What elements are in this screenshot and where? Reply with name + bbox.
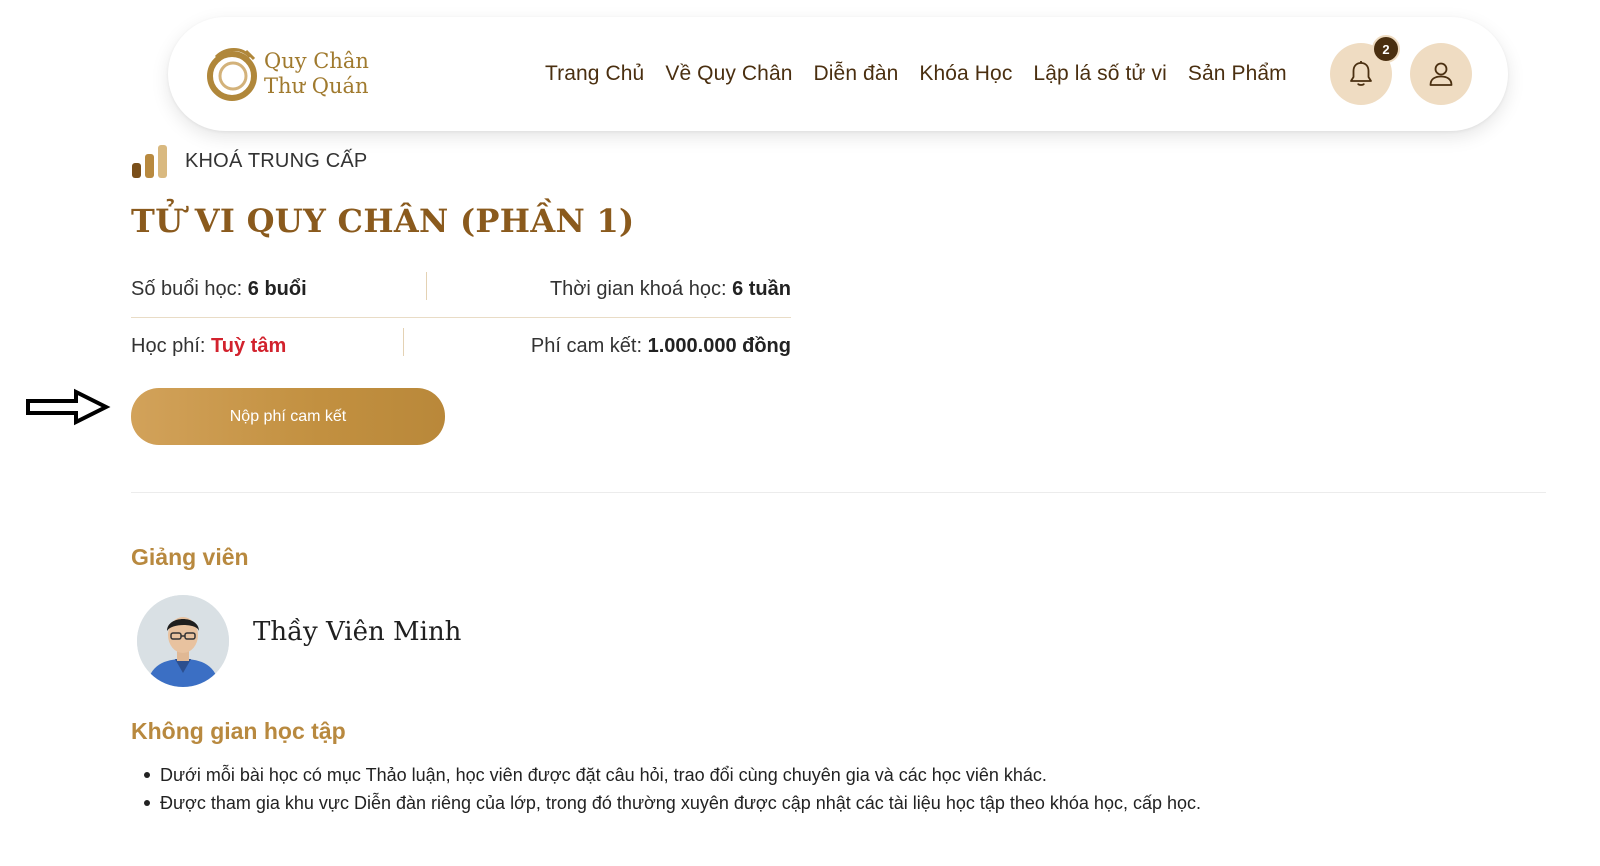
section-divider	[131, 492, 1546, 493]
info-divider	[403, 328, 404, 356]
pay-commitment-fee-button[interactable]: Nộp phí cam kết	[131, 388, 445, 445]
notification-count-badge: 2	[1372, 35, 1400, 63]
logo-text: Quy Chân Thư Quán	[264, 49, 369, 99]
nav-products[interactable]: Sản Phẩm	[1188, 62, 1287, 86]
info-divider	[426, 272, 427, 300]
logo-icon	[207, 48, 257, 101]
nav-courses[interactable]: Khóa Học	[919, 62, 1012, 86]
sessions-label: Số buổi học:	[131, 278, 243, 300]
commitment-fee-info: Phí cam kết: 1.000.000 đồng	[531, 335, 791, 358]
instructor-photo	[137, 595, 229, 687]
list-item: Được tham gia khu vực Diễn đàn riêng của…	[144, 791, 1460, 819]
user-icon	[1429, 62, 1453, 86]
instructor-name: Thầy Viên Minh	[253, 617, 462, 647]
arrow-right-icon	[26, 388, 111, 426]
nav-home[interactable]: Trang Chủ	[545, 62, 644, 86]
commitment-fee-value: 1.000.000 đồng	[647, 334, 791, 357]
bell-icon	[1350, 61, 1372, 86]
duration-value: 6 tuần	[732, 278, 791, 300]
fee-label: Học phí:	[131, 334, 206, 357]
list-item: Dưới mỗi bài học có mục Thảo luận, học v…	[144, 763, 1460, 791]
duration-label: Thời gian khoá học:	[549, 278, 727, 300]
logo-line-2: Thư Quán	[264, 74, 369, 98]
course-info-table: Số buổi học: 6 buổi Thời gian khoá học: …	[131, 262, 791, 374]
level-bars-icon	[132, 145, 167, 178]
main-nav: Trang Chủ Về Quy Chân Diễn đàn Khóa Học …	[545, 17, 1308, 131]
info-row-fees: Học phí: Tuỳ tâm Phí cam kết: 1.000.000 …	[131, 318, 791, 374]
nav-forum[interactable]: Diễn đàn	[814, 62, 899, 86]
learning-space-list: Dưới mỗi bài học có mục Thảo luận, học v…	[144, 763, 1460, 819]
info-row-schedule: Số buổi học: 6 buổi Thời gian khoá học: …	[131, 262, 791, 318]
duration-info: Thời gian khoá học: 6 tuần	[550, 278, 791, 301]
logo-line-1: Quy Chân	[264, 49, 369, 73]
nav-chart[interactable]: Lập lá số tử vi	[1033, 62, 1166, 86]
course-level: KHOÁ TRUNG CẤP	[131, 143, 367, 179]
commitment-fee-label: Phí cam kết:	[530, 334, 643, 357]
instructor-avatar[interactable]	[137, 595, 229, 687]
fee-info: Học phí: Tuỳ tâm	[131, 335, 286, 358]
learning-space-section-title: Không gian học tập	[131, 718, 346, 744]
site-header: Quy Chân Thư Quán Trang Chủ Về Quy Chân …	[168, 17, 1508, 131]
sessions-info: Số buổi học: 6 buổi	[131, 278, 307, 301]
fee-value: Tuỳ tâm	[211, 334, 287, 357]
instructor-section-title: Giảng viên	[131, 544, 249, 570]
nav-about[interactable]: Về Quy Chân	[665, 62, 792, 86]
notifications-button[interactable]: 2	[1330, 35, 1400, 105]
sessions-value: 6 buổi	[247, 278, 307, 300]
course-level-label: KHOÁ TRUNG CẤP	[185, 149, 368, 172]
site-logo[interactable]: Quy Chân Thư Quán	[202, 43, 382, 103]
course-title: TỬ VI QUY CHÂN (PHẦN 1)	[131, 202, 635, 240]
account-button[interactable]	[1410, 43, 1472, 105]
